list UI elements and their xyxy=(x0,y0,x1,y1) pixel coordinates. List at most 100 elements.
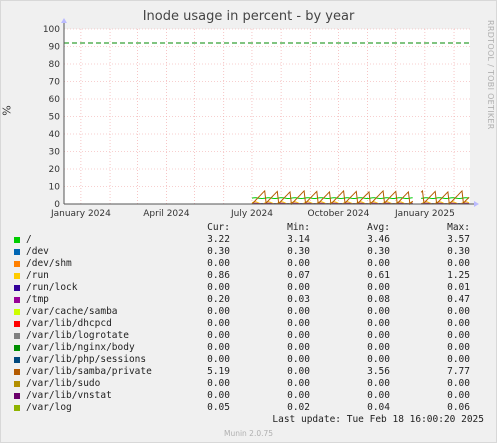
legend-avg-value: 0.61 xyxy=(367,270,390,281)
legend-avg-value: 0.00 xyxy=(367,354,390,365)
legend-series-name: /dev xyxy=(26,246,49,257)
x-tick-label: January 2024 xyxy=(50,209,111,219)
legend-series-name: /var/lib/sudo xyxy=(26,378,101,389)
x-tick-label: October 2024 xyxy=(308,209,370,219)
y-tick-label: 60 xyxy=(49,95,61,105)
legend-avg-value: 0.04 xyxy=(367,402,390,413)
legend-avg-value: 0.00 xyxy=(367,306,390,317)
legend-cur-value: 0.00 xyxy=(207,282,230,293)
legend-max-value: 0.00 xyxy=(447,378,470,389)
legend-row: /var/lib/nginx/body 0.00 0.00 0.00 0.00 xyxy=(0,342,497,354)
legend-avg-value: 0.00 xyxy=(367,258,390,269)
legend-min-value: 0.00 xyxy=(287,318,310,329)
legend-cur-value: 3.22 xyxy=(207,234,230,245)
header-min: Min: xyxy=(287,222,310,233)
legend-row: / 3.22 3.14 3.46 3.57 xyxy=(0,234,497,246)
y-tick-label: 100 xyxy=(43,25,60,35)
legend-min-value: 0.00 xyxy=(287,390,310,401)
legend-swatch xyxy=(14,237,20,243)
munin-version: Munin 2.0.75 xyxy=(223,429,274,438)
legend-row: /run 0.86 0.07 0.61 1.25 xyxy=(0,270,497,282)
legend-cur-value: 0.00 xyxy=(207,258,230,269)
legend-row: /var/lib/sudo 0.00 0.00 0.00 0.00 xyxy=(0,378,497,390)
y-tick-label: 40 xyxy=(49,130,61,140)
legend-swatch xyxy=(14,249,20,255)
legend-row: /var/lib/dhcpcd 0.00 0.00 0.00 0.00 xyxy=(0,318,497,330)
legend-header-row: Cur: Min: Avg: Max: xyxy=(0,222,497,234)
legend-cur-value: 0.00 xyxy=(207,342,230,353)
legend-max-value: 0.30 xyxy=(447,246,470,257)
legend-max-value: 0.00 xyxy=(447,330,470,341)
legend-cur-value: 5.19 xyxy=(207,366,230,377)
legend-avg-value: 0.00 xyxy=(367,378,390,389)
x-tick-label: April 2024 xyxy=(143,209,190,219)
legend-cur-value: 0.05 xyxy=(207,402,230,413)
legend-avg-value: 0.00 xyxy=(367,330,390,341)
legend-avg-value: 0.00 xyxy=(367,342,390,353)
legend-row: /var/lib/vnstat 0.00 0.00 0.00 0.00 xyxy=(0,390,497,402)
legend-swatch xyxy=(14,297,20,303)
legend-swatch xyxy=(14,405,20,411)
y-tick-label: 70 xyxy=(49,78,61,88)
legend-min-value: 0.00 xyxy=(287,330,310,341)
legend-cur-value: 0.00 xyxy=(207,354,230,365)
legend-row: /var/log 0.05 0.02 0.04 0.06 xyxy=(0,402,497,414)
legend-swatch xyxy=(14,369,20,375)
legend-cur-value: 0.00 xyxy=(207,378,230,389)
y-tick-label: 10 xyxy=(49,183,61,193)
legend-series-name: / xyxy=(26,234,32,245)
legend-swatch xyxy=(14,321,20,327)
legend-cur-value: 0.00 xyxy=(207,318,230,329)
legend-max-value: 0.00 xyxy=(447,258,470,269)
legend-avg-value: 0.00 xyxy=(367,318,390,329)
legend-series-name: /var/lib/logrotate xyxy=(26,330,129,341)
legend-max-value: 0.00 xyxy=(447,342,470,353)
legend-swatch xyxy=(14,285,20,291)
legend-row: /var/cache/samba 0.00 0.00 0.00 0.00 xyxy=(0,306,497,318)
legend-swatch xyxy=(14,333,20,339)
legend-min-value: 0.00 xyxy=(287,354,310,365)
legend-swatch xyxy=(14,393,20,399)
legend-avg-value: 0.30 xyxy=(367,246,390,257)
legend-cur-value: 0.86 xyxy=(207,270,230,281)
legend-max-value: 0.00 xyxy=(447,390,470,401)
legend-max-value: 0.00 xyxy=(447,318,470,329)
legend-max-value: 0.47 xyxy=(447,294,470,305)
legend-avg-value: 3.56 xyxy=(367,366,390,377)
legend-min-value: 0.00 xyxy=(287,258,310,269)
y-tick-label: 80 xyxy=(49,60,61,70)
legend-cur-value: 0.30 xyxy=(207,246,230,257)
legend-cur-value: 0.00 xyxy=(207,306,230,317)
legend-max-value: 1.25 xyxy=(447,270,470,281)
legend-min-value: 0.00 xyxy=(287,378,310,389)
legend-min-value: 0.00 xyxy=(287,366,310,377)
chart-plot: 0102030405060708090100January 2024 April … xyxy=(43,18,479,219)
legend-series-name: /run/lock xyxy=(26,282,78,293)
header-avg: Avg: xyxy=(367,222,390,233)
header-cur: Cur: xyxy=(207,222,230,233)
legend-series-name: /tmp xyxy=(26,294,49,305)
last-update: Last update: Tue Feb 18 16:00:20 2025 xyxy=(272,414,484,425)
legend-swatch xyxy=(14,273,20,279)
header-max: Max: xyxy=(447,222,470,233)
legend-cur-value: 0.20 xyxy=(207,294,230,305)
y-axis-arrow xyxy=(61,18,67,23)
legend-min-value: 3.14 xyxy=(287,234,310,245)
legend-min-value: 0.00 xyxy=(287,342,310,353)
legend-min-value: 0.02 xyxy=(287,402,310,413)
legend-series-name: /var/lib/nginx/body xyxy=(26,342,135,353)
legend-row: /dev 0.30 0.30 0.30 0.30 xyxy=(0,246,497,258)
legend-min-value: 0.00 xyxy=(287,282,310,293)
legend-series-name: /var/cache/samba xyxy=(26,306,118,317)
legend-swatch xyxy=(14,357,20,363)
legend-min-value: 0.30 xyxy=(287,246,310,257)
legend-swatch xyxy=(14,261,20,267)
y-tick-label: 20 xyxy=(49,165,61,175)
legend-series-name: /var/log xyxy=(26,402,72,413)
legend-max-value: 0.00 xyxy=(447,306,470,317)
legend-cur-value: 0.00 xyxy=(207,330,230,341)
legend-series-name: /var/lib/vnstat xyxy=(26,390,112,401)
legend-series-name: /var/lib/samba/private xyxy=(26,366,152,377)
legend-cur-value: 0.00 xyxy=(207,390,230,401)
legend-swatch xyxy=(14,345,20,351)
